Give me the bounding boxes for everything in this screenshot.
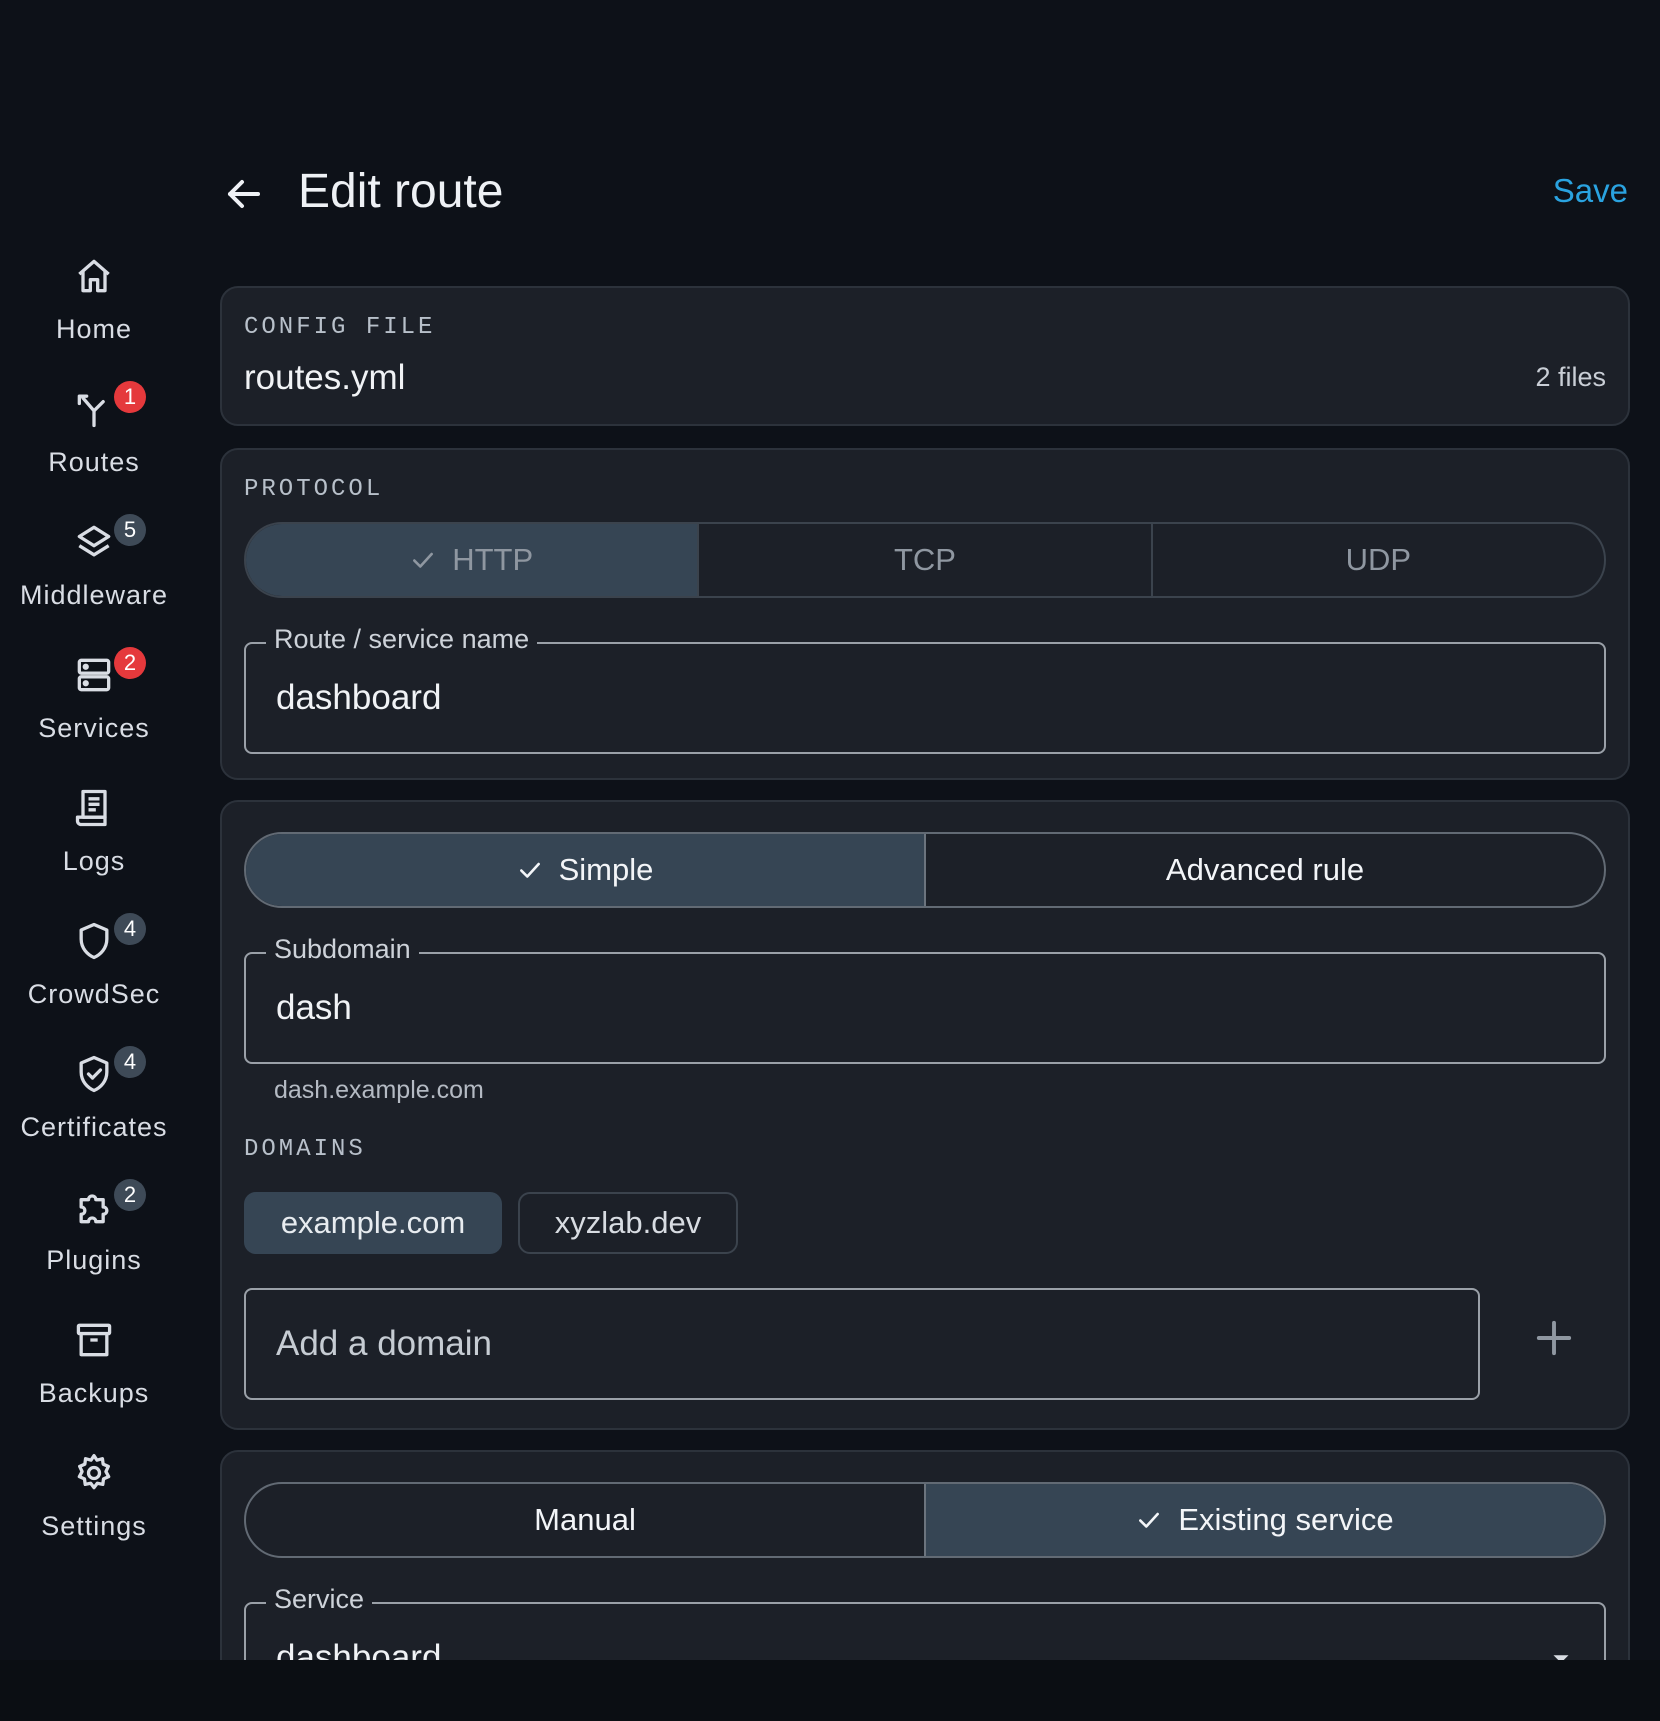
sidebar-item-plugins[interactable]: 2 Plugins <box>0 1179 188 1303</box>
subdomain-label: Subdomain <box>266 934 419 965</box>
protocol-card: PROTOCOL HTTP TCP UDP Route / service na… <box>220 448 1630 780</box>
service-option-label: Existing service <box>1178 1502 1394 1537</box>
chevron-down-icon <box>1553 1655 1569 1660</box>
protocol-option-label: HTTP <box>452 542 534 577</box>
sidebar-item-logs[interactable]: Logs <box>0 784 188 904</box>
service-label: Service <box>266 1584 373 1615</box>
protocol-option-tcp[interactable]: TCP <box>699 524 1153 596</box>
layers-icon: 5 <box>70 514 146 566</box>
rule-option-label: Advanced rule <box>1165 852 1365 887</box>
subdomain-field[interactable]: Subdomain <box>244 934 1606 1064</box>
page-header: Edit route Save <box>220 150 1628 234</box>
shield-check-icon: 4 <box>70 1046 146 1098</box>
sidebar-item-home[interactable]: Home <box>0 252 188 372</box>
rule-option-label: Simple <box>558 852 654 887</box>
sidebar-item-routes[interactable]: 1 Routes <box>0 381 188 505</box>
sidebar-item-label: Services <box>38 713 150 743</box>
puzzle-icon: 2 <box>70 1179 146 1231</box>
save-button[interactable]: Save <box>1553 172 1628 210</box>
crowdsec-badge: 4 <box>114 913 146 945</box>
plugins-badge: 2 <box>114 1179 146 1211</box>
check-icon <box>413 552 434 568</box>
back-button[interactable] <box>220 170 268 218</box>
subdomain-input[interactable] <box>276 988 1536 1028</box>
rule-card: Simple Advanced rule Subdomain dash.exam… <box>220 800 1630 1430</box>
hostname-preview: dash.example.com <box>274 1076 484 1104</box>
home-icon <box>70 252 118 300</box>
domain-chip-example[interactable]: example.com <box>244 1192 502 1254</box>
route-name-label: Route / service name <box>266 624 538 655</box>
sidebar-item-label: Certificates <box>20 1112 168 1142</box>
sidebar-item-middleware[interactable]: 5 Middleware <box>0 514 188 638</box>
sidebar-item-label: Backups <box>38 1378 150 1408</box>
sidebar-item-crowdsec[interactable]: 4 CrowdSec <box>0 913 188 1037</box>
receipt-icon <box>70 784 118 832</box>
certificates-badge: 4 <box>114 1046 146 1078</box>
routes-icon: 1 <box>70 381 146 433</box>
check-icon <box>519 862 540 878</box>
services-badge: 2 <box>114 647 146 679</box>
add-domain-input[interactable] <box>244 1288 1480 1400</box>
sidebar-item-label: Middleware <box>19 580 169 610</box>
service-option-label: Manual <box>534 1502 636 1537</box>
check-icon <box>1139 1512 1160 1528</box>
service-select-value: dashboard <box>276 1638 442 1660</box>
routes-badge: 1 <box>114 381 146 413</box>
rule-option-advanced[interactable]: Advanced rule <box>926 834 1604 906</box>
plus-icon <box>1536 1320 1572 1356</box>
bottom-edge <box>0 1660 1660 1721</box>
route-name-field[interactable]: Route / service name <box>244 624 1606 754</box>
sidebar: Home 1 Routes 5 Middleware 2 Services Lo… <box>0 0 188 1660</box>
service-card: Manual Existing service Service dashboar… <box>220 1450 1630 1660</box>
protocol-caption: PROTOCOL <box>244 476 384 503</box>
service-select[interactable]: Service dashboard <box>244 1584 1606 1660</box>
protocol-option-http[interactable]: HTTP <box>246 524 700 596</box>
domain-chip-xyzlab[interactable]: xyzlab.dev <box>518 1192 738 1254</box>
sidebar-item-label: Logs <box>62 846 126 876</box>
sidebar-item-label: Settings <box>41 1511 147 1541</box>
server-icon: 2 <box>70 647 146 699</box>
service-mode-selector: Manual Existing service <box>244 1482 1606 1558</box>
route-name-input[interactable] <box>276 678 1536 718</box>
service-option-manual[interactable]: Manual <box>246 1484 926 1556</box>
service-option-existing[interactable]: Existing service <box>926 1484 1604 1556</box>
archive-icon <box>70 1316 118 1364</box>
gear-icon <box>70 1449 118 1497</box>
arrow-left-icon <box>228 180 260 208</box>
protocol-option-label: UDP <box>1345 542 1412 577</box>
page-title: Edit route <box>298 165 504 218</box>
shield-icon: 4 <box>70 913 146 965</box>
domains-caption: DOMAINS <box>244 1136 366 1163</box>
sidebar-item-backups[interactable]: Backups <box>0 1316 188 1436</box>
protocol-option-label: TCP <box>893 542 956 577</box>
add-domain-button[interactable] <box>1528 1312 1580 1364</box>
middleware-badge: 5 <box>114 514 146 546</box>
sidebar-item-label: CrowdSec <box>27 979 161 1009</box>
config-file-caption: CONFIG FILE <box>244 314 436 341</box>
config-file-name: routes.yml <box>244 358 406 397</box>
sidebar-item-settings[interactable]: Settings <box>0 1449 188 1569</box>
protocol-option-udp[interactable]: UDP <box>1153 524 1604 596</box>
sidebar-item-certificates[interactable]: 4 Certificates <box>0 1046 188 1170</box>
rule-option-simple[interactable]: Simple <box>246 834 926 906</box>
rule-mode-selector: Simple Advanced rule <box>244 832 1606 908</box>
sidebar-item-services[interactable]: 2 Services <box>0 647 188 771</box>
protocol-selector: HTTP TCP UDP <box>244 522 1606 598</box>
sidebar-item-label: Routes <box>48 447 140 477</box>
sidebar-item-label: Plugins <box>46 1245 142 1275</box>
sidebar-item-label: Home <box>55 314 133 344</box>
config-file-count: 2 files <box>1535 362 1606 392</box>
config-file-card[interactable]: CONFIG FILE routes.yml 2 files <box>220 286 1630 426</box>
